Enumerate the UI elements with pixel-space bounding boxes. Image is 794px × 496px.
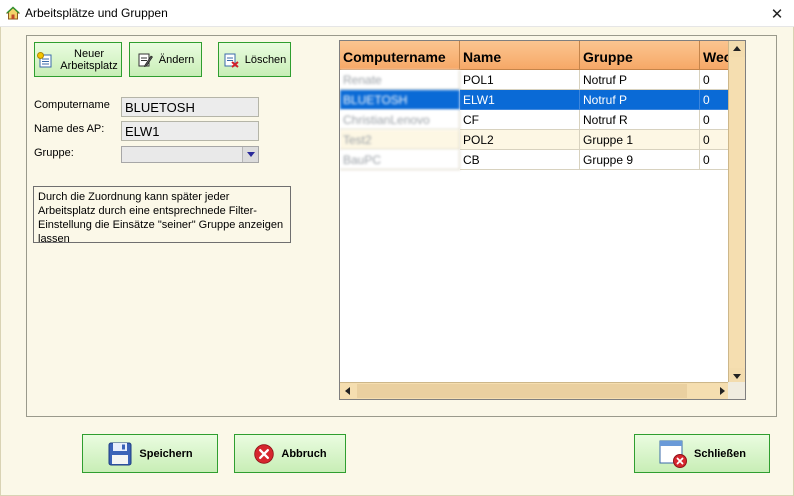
cell-gruppe: Gruppe 1 (580, 130, 700, 150)
delete-icon (224, 53, 239, 68)
cell-gruppe: Notruf P (580, 70, 700, 90)
close-icon[interactable]: ✕ (760, 0, 794, 27)
workstation-grid[interactable]: Computername Name Gruppe Wec Renate POL1… (339, 40, 746, 400)
table-row[interactable]: Test2 POL2 Gruppe 1 0 (340, 130, 740, 150)
window-close-icon (659, 440, 688, 468)
floppy-disk-icon (108, 442, 132, 465)
close-button[interactable]: Schließen (634, 434, 770, 473)
cell-name: CB (460, 150, 580, 170)
cell-computername: Test2 (340, 130, 460, 150)
chevron-down-icon[interactable] (242, 147, 258, 162)
delete-button[interactable]: Löschen (218, 42, 291, 77)
computername-label: Computername (34, 99, 110, 111)
vertical-scrollbar[interactable] (728, 41, 745, 384)
cell-computername: BauPC (340, 150, 460, 170)
cell-name: CF (460, 110, 580, 130)
cancel-button[interactable]: Abbruch (234, 434, 346, 473)
grid-header: Computername Name Gruppe Wec (340, 41, 740, 70)
cell-name: POL2 (460, 130, 580, 150)
delete-label: Löschen (244, 53, 287, 66)
cell-name: POL1 (460, 70, 580, 90)
group-select[interactable] (121, 146, 259, 163)
cell-name: ELW1 (460, 90, 580, 110)
cell-computername: ChristianLenovo (340, 110, 460, 130)
scroll-up-icon[interactable] (729, 41, 745, 57)
edit-icon (138, 53, 153, 67)
cell-gruppe: Notruf R (580, 110, 700, 130)
dialog-client: Neuer Arbeitsplatz Ändern Löschen Comput… (0, 27, 794, 496)
horizontal-scrollbar[interactable] (340, 382, 730, 399)
save-button[interactable]: Speichern (82, 434, 218, 473)
cell-gruppe: Notruf P (580, 90, 700, 110)
cell-computername: Renate (340, 70, 460, 90)
save-label: Speichern (139, 447, 193, 460)
computername-input[interactable] (121, 97, 259, 117)
scrollbar-corner (728, 382, 745, 399)
cancel-label: Abbruch (281, 447, 327, 460)
group-label: Gruppe: (34, 147, 74, 159)
edit-label: Ändern (158, 53, 195, 66)
column-header-computername[interactable]: Computername (340, 41, 460, 70)
new-workstation-label: Neuer Arbeitsplatz (60, 47, 118, 72)
ap-name-label: Name des AP: (34, 123, 105, 135)
cell-gruppe: Gruppe 9 (580, 150, 700, 170)
table-row[interactable]: ChristianLenovo CF Notruf R 0 (340, 110, 740, 130)
ap-name-input[interactable] (121, 121, 259, 141)
table-row[interactable]: Renate POL1 Notruf P 0 (340, 70, 740, 90)
info-note: Durch die Zuordnung kann später jeder Ar… (33, 186, 291, 245)
title-bar: Arbeitsplätze und Gruppen ✕ (0, 0, 794, 27)
edit-button[interactable]: Ändern (129, 42, 202, 77)
cancel-circle-icon (254, 443, 275, 464)
main-panel: Neuer Arbeitsplatz Ändern Löschen Comput… (26, 35, 777, 417)
scroll-left-icon[interactable] (340, 383, 356, 399)
table-row[interactable]: BLUETOSH ELW1 Notruf P 0 (340, 90, 740, 110)
window-title: Arbeitsplätze und Gruppen (25, 6, 168, 20)
house-icon (6, 6, 20, 20)
horizontal-scroll-thumb[interactable] (357, 384, 687, 398)
column-header-name[interactable]: Name (460, 41, 580, 70)
new-document-icon (37, 51, 52, 67)
cell-computername: BLUETOSH (340, 90, 460, 110)
close-label: Schließen (694, 447, 746, 460)
table-row[interactable]: BauPC CB Gruppe 9 0 (340, 150, 740, 170)
new-workstation-button[interactable]: Neuer Arbeitsplatz (34, 42, 122, 77)
column-header-gruppe[interactable]: Gruppe (580, 41, 700, 70)
